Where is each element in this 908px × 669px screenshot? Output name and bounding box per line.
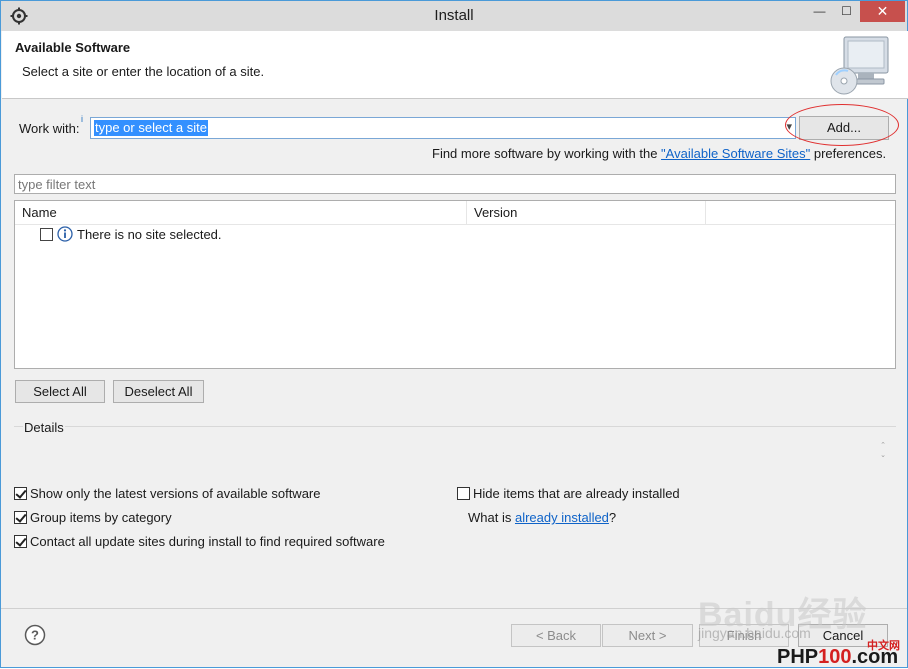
install-dialog: Install — ☐ ✕ Available Software Select … [0,0,908,668]
title-bar: Install — ☐ ✕ [1,1,907,31]
filter-input[interactable] [15,175,895,193]
php100-watermark: PHP100.com [777,646,898,669]
add-button[interactable]: Add... [799,116,889,140]
site-combo-value: type or select a site [94,120,208,136]
chevron-down-icon[interactable]: ▾ [786,120,792,133]
hide-installed-label: Hide items that are already installed [473,486,680,501]
scroll-down-icon[interactable]: ⌄ [878,451,888,461]
php-suffix: .com [851,646,899,668]
latest-only-checkbox[interactable] [14,487,27,500]
minimize-button[interactable]: — [806,1,833,22]
software-table: Name Version There is no site selected. [14,200,896,369]
column-header-name[interactable]: Name [15,201,467,224]
group-by-category-label: Group items by category [30,510,172,525]
help-glyph: ? [31,628,39,643]
info-hint-icon: i [81,114,83,124]
window-title: Install [434,7,474,24]
details-group: Details ⌃ ⌄ [14,420,896,479]
option-latest-only[interactable]: Show only the latest versions of availab… [14,486,321,501]
work-with-label: Work with: [19,121,80,136]
site-combo-box[interactable]: type or select a site ▾ [90,117,796,139]
table-row: There is no site selected. [15,225,895,245]
scroll-up-icon[interactable]: ⌃ [878,441,888,451]
deselect-all-button[interactable]: Deselect All [113,380,204,403]
page-title: Available Software [15,40,131,55]
cancel-button[interactable]: Cancel [798,624,888,647]
what-is-installed-text: What is already installed? [468,510,616,525]
option-group-by-category[interactable]: Group items by category [14,510,172,525]
install-computer-icon [830,36,889,95]
row-checkbox[interactable] [40,228,53,241]
info-icon [57,226,73,242]
option-contact-sites[interactable]: Contact all update sites during install … [14,534,385,549]
help-icon[interactable]: ? [24,624,46,646]
select-all-button[interactable]: Select All [15,380,105,403]
page-header: Available Software Select a site or ente… [2,31,908,99]
available-sites-link[interactable]: "Available Software Sites" [661,146,810,161]
row-label: There is no site selected. [77,227,222,242]
filter-field[interactable] [14,174,896,194]
find-more-text: Find more software by working with the "… [432,146,886,161]
contact-sites-checkbox[interactable] [14,535,27,548]
contact-sites-label: Contact all update sites during install … [30,534,385,549]
find-more-prefix: Find more software by working with the [432,146,662,161]
find-more-suffix: preferences. [810,146,887,161]
option-hide-installed[interactable]: Hide items that are already installed [457,486,680,501]
hide-installed-checkbox[interactable] [457,487,470,500]
column-header-version[interactable]: Version [467,201,706,224]
details-scrollbar[interactable]: ⌃ ⌄ [878,441,888,463]
close-button[interactable]: ✕ [860,1,905,22]
group-by-category-checkbox[interactable] [14,511,27,524]
page-subtitle: Select a site or enter the location of a… [22,64,265,79]
latest-only-label: Show only the latest versions of availab… [30,486,321,501]
next-button[interactable]: Next > [602,624,693,647]
back-button[interactable]: < Back [511,624,601,647]
details-label: Details [23,420,65,435]
what-is-prefix: What is [468,510,515,525]
already-installed-link[interactable]: already installed [515,510,609,525]
maximize-button[interactable]: ☐ [833,1,860,22]
table-header: Name Version [15,201,895,225]
finish-button[interactable]: Finish [699,624,789,647]
footer-divider [1,608,907,609]
what-is-suffix: ? [608,510,617,525]
php-prefix: PHP [777,646,819,668]
php-number: 100 [818,646,852,668]
